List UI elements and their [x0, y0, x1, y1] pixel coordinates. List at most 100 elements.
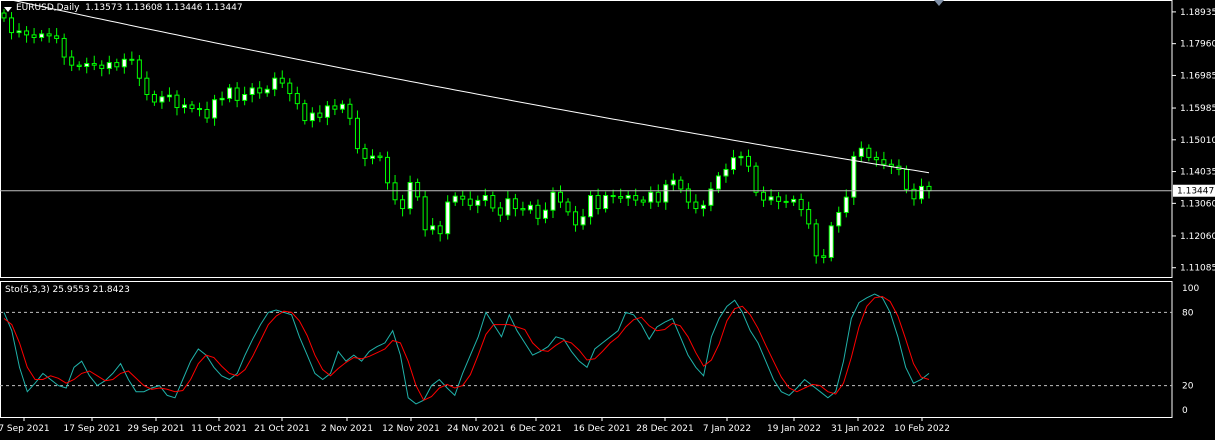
time-tick-label: 17 Sep 2021: [63, 424, 120, 434]
candle-body: [535, 204, 541, 219]
candle-body: [279, 77, 285, 84]
price-tick-label: 1.18935: [1180, 8, 1215, 18]
candle-body: [272, 77, 278, 90]
price-chart[interactable]: 1.18935 1.17960 1.16985 1.15985 1.15010 1.140…: [0, 0, 1215, 440]
candle-body: [452, 195, 458, 203]
oscillator-tick-label: 0: [1182, 406, 1188, 416]
time-tick-label: 29 Sep 2021: [127, 424, 184, 434]
candle-body: [437, 225, 443, 235]
candle-body: [730, 157, 736, 170]
candle-body: [16, 30, 22, 34]
oscillator-levels: [0, 311, 1172, 387]
candle-body: [888, 163, 894, 167]
oscillator-tick-label: 80: [1182, 308, 1194, 318]
candle-body: [174, 94, 180, 109]
candle-body: [242, 94, 248, 101]
candle-body: [550, 191, 556, 211]
candle-body: [475, 199, 481, 206]
candle-body: [227, 87, 233, 99]
candle-body: [926, 185, 932, 192]
oscillator-axis: 100 80 20 0: [1182, 284, 1199, 416]
current-price-label: 1.13447: [1177, 187, 1214, 197]
candle-body: [339, 103, 345, 110]
candle-body: [385, 156, 391, 184]
price-frame-rect: [0, 0, 1173, 278]
chart-menu-arrow-icon[interactable]: [4, 7, 12, 12]
candle-body: [197, 108, 203, 111]
candle-body: [91, 63, 97, 66]
candle-body: [354, 117, 360, 150]
oscillator-tick-label: 20: [1182, 382, 1194, 392]
time-tick-label: 2 Nov 2021: [321, 424, 373, 434]
candle-body: [377, 155, 383, 158]
candle-body: [768, 196, 774, 201]
candle-body: [460, 195, 466, 200]
candle-body: [294, 93, 300, 105]
candle-body: [776, 196, 782, 202]
candle-body: [39, 33, 45, 38]
time-tick-label: 19 Jan 2022: [767, 424, 821, 434]
chart-window[interactable]: 1.18935 1.17960 1.16985 1.15985 1.15010 1.140…: [0, 0, 1215, 440]
time-axis: 7 Sep 2021 17 Sep 2021 29 Sep 2021 11 Oct 2…: [0, 417, 950, 434]
candle-body: [738, 155, 744, 159]
candle-body: [678, 179, 684, 190]
candle-body: [806, 209, 812, 225]
candle-body: [99, 64, 105, 69]
candle-body: [204, 108, 210, 119]
candle-body: [881, 159, 887, 165]
chart-shift-marker-icon[interactable]: [934, 0, 944, 6]
time-tick-label: 21 Oct 2021: [254, 424, 310, 434]
candle-body: [166, 94, 172, 98]
candle-body: [347, 103, 353, 119]
candle-body: [700, 204, 706, 210]
price-panel-frame: [0, 0, 1173, 278]
candle-body: [114, 62, 120, 68]
candle-body: [580, 216, 586, 226]
price-tick-label: 1.15985: [1180, 104, 1215, 114]
candle-body: [670, 179, 676, 186]
candle-body: [24, 30, 30, 36]
candle-body: [843, 196, 849, 213]
candle-body: [144, 77, 150, 96]
candle-body: [249, 87, 255, 96]
candle-body: [603, 195, 609, 210]
candle-body: [415, 181, 421, 198]
candle-body: [520, 208, 526, 211]
candle-body: [151, 94, 157, 103]
candle-body: [708, 188, 714, 206]
candle-body: [445, 201, 451, 235]
candle-body: [106, 62, 112, 69]
candle-body: [595, 195, 601, 210]
candle-body: [219, 97, 225, 101]
candle-body: [392, 182, 398, 201]
price-tick-label: 1.15010: [1180, 136, 1215, 146]
candle-body: [565, 201, 571, 213]
candle-body: [76, 64, 82, 67]
candle-body: [490, 195, 496, 209]
candle-body: [84, 63, 90, 67]
candle-body: [753, 165, 759, 193]
candle-body: [858, 147, 864, 157]
candle-body: [61, 37, 67, 58]
candle-body: [836, 211, 842, 227]
candle-body: [497, 207, 503, 216]
candle-body: [467, 198, 473, 206]
oscillator-tick-label: 100: [1182, 284, 1199, 294]
oscillator-frame-rect: [0, 281, 1173, 418]
candle-body: [512, 198, 518, 210]
candle-body: [189, 104, 195, 110]
candle-body: [903, 168, 909, 190]
candle-body: [783, 200, 789, 203]
current-price-line: 1.13447: [0, 184, 1215, 197]
price-axis: 1.18935 1.17960 1.16985 1.15985 1.15010 1.140…: [1172, 8, 1215, 274]
candle-body: [422, 196, 428, 231]
candle-body: [302, 103, 308, 122]
oscillator-header: Sto(5,3,3) 25.9553 21.8423: [5, 285, 130, 295]
candle-body: [430, 225, 436, 231]
candle-body: [257, 87, 263, 94]
candle-body: [129, 58, 135, 61]
oscillator-panel-frame: [0, 281, 1173, 418]
time-tick-label: 28 Dec 2021: [636, 424, 694, 434]
candle-body: [610, 195, 616, 198]
candle-body: [813, 223, 819, 257]
